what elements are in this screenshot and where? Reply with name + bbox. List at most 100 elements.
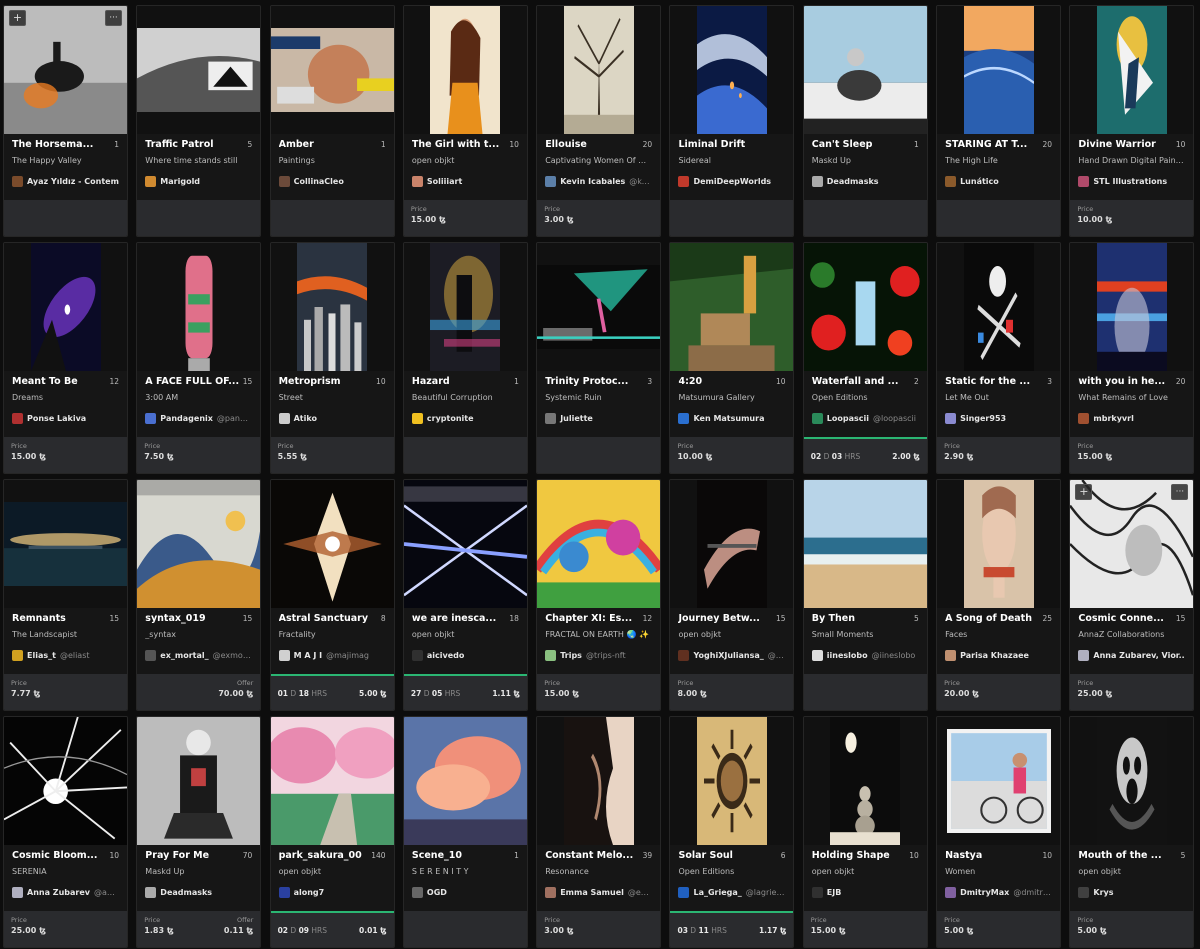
artwork-title[interactable]: By Then xyxy=(812,613,855,624)
collection-name[interactable]: Fractality xyxy=(279,630,386,639)
artist-row[interactable]: Parisa Khazaee xyxy=(945,650,1052,661)
artwork-thumbnail[interactable] xyxy=(1070,243,1194,371)
collection-name[interactable]: open objkt xyxy=(812,867,919,876)
collection-name[interactable]: Resonance xyxy=(545,867,652,876)
artist-name[interactable]: Deadmasks xyxy=(827,177,879,186)
artwork-thumbnail[interactable] xyxy=(803,6,927,134)
artist-row[interactable]: cryptonite xyxy=(411,413,519,424)
collection-name[interactable]: Maskd Up xyxy=(812,156,919,165)
artist-row[interactable]: EJB xyxy=(811,887,919,898)
artwork-card[interactable]: Mouth of the ... 5 open objkt Krys Price 5.00… xyxy=(1069,716,1195,948)
add-to-collection-button[interactable]: + xyxy=(9,10,26,26)
collection-name[interactable]: Small Moments xyxy=(812,630,919,639)
artist-name[interactable]: aicivedo xyxy=(427,651,465,660)
artwork-title[interactable]: Liminal Drift xyxy=(678,139,745,150)
bid-value[interactable]: 2.00 ꜩ xyxy=(892,452,920,461)
artwork-thumbnail[interactable] xyxy=(803,480,927,608)
collection-name[interactable]: FRACTAL ON EARTH 🌏 ✨ xyxy=(545,630,652,639)
collection-name[interactable]: Dreams xyxy=(12,393,119,402)
artwork-thumbnail[interactable] xyxy=(937,480,1061,608)
artist-row[interactable]: M A J I @majimag xyxy=(278,650,386,661)
price-value[interactable]: 3.00 ꜩ xyxy=(544,926,653,935)
artist-name[interactable]: La_Griega_ xyxy=(693,888,741,897)
collection-name[interactable]: Systemic Ruin xyxy=(545,393,652,402)
artwork-card[interactable]: Static for the ... 3 Let Me Out Singer953 Pr… xyxy=(936,242,1062,474)
artwork-title[interactable]: Divine Warrior xyxy=(1078,139,1156,150)
artwork-card[interactable]: Amber 1 Paintings CollinaCleo xyxy=(269,5,395,237)
collection-name[interactable]: open objkt xyxy=(1078,867,1185,876)
artwork-thumbnail[interactable] xyxy=(137,243,261,371)
price-value[interactable]: 25.00 ꜩ xyxy=(1077,689,1186,698)
artwork-thumbnail[interactable] xyxy=(937,6,1061,134)
artist-name[interactable]: DemiDeepWorlds xyxy=(693,177,771,186)
artwork-card[interactable]: 4:20 10 Matsumura Gallery Ken Matsumura Pric… xyxy=(669,242,795,474)
artist-row[interactable]: Anna Zubarev@ann... xyxy=(12,887,119,898)
artwork-card[interactable]: Holding Shape 10 open objkt EJB Price 15.00 ꜩ xyxy=(802,716,928,948)
artist-row[interactable]: Ponse Lakiva xyxy=(12,413,119,424)
artist-name[interactable]: iineslobo xyxy=(827,651,868,660)
artwork-title[interactable]: A FACE FULL OF... xyxy=(145,376,239,387)
artwork-card[interactable]: A FACE FULL OF... 15 3:00 AM Pandagenix @pan… xyxy=(136,242,262,474)
artwork-card[interactable]: Nastya 10 Women DmitryMax @dmitry... Price 5.0… xyxy=(936,716,1062,948)
artwork-thumbnail[interactable] xyxy=(803,243,927,371)
collection-name[interactable]: Open Editions xyxy=(678,867,785,876)
artwork-title[interactable]: Journey Betw... xyxy=(678,613,759,624)
artist-name[interactable]: Marigold xyxy=(160,177,200,186)
artist-row[interactable]: Kevin Icabales @kev... xyxy=(545,176,652,187)
artwork-thumbnail[interactable] xyxy=(403,6,527,134)
artwork-title[interactable]: Waterfall and ... xyxy=(812,376,899,387)
artwork-title[interactable]: syntax_019 xyxy=(145,613,205,624)
artist-name[interactable]: Kevin Icabales xyxy=(560,177,625,186)
artwork-title[interactable]: Remnants xyxy=(12,613,66,624)
artwork-card[interactable]: Pray For Me 70 Maskd Up Deadmasks Price 1.83 … xyxy=(136,716,262,948)
artwork-card[interactable]: Trinity Protoc... 3 Systemic Ruin Juliette xyxy=(536,242,662,474)
artwork-title[interactable]: Astral Sanctuary xyxy=(279,613,368,624)
collection-name[interactable]: Paintings xyxy=(279,156,386,165)
artist-name[interactable]: Soliiiart xyxy=(427,177,462,186)
artwork-card[interactable]: Scene_10 1 S E R E N I T Y OGD xyxy=(402,716,528,948)
artwork-card[interactable]: Divine Warrior 10 Hand Drawn Digital Paint… xyxy=(1069,5,1195,237)
price-value[interactable]: 2.90 ꜩ xyxy=(944,452,1053,461)
artist-row[interactable]: Pandagenix@panda... xyxy=(145,413,252,424)
artwork-title[interactable]: Traffic Patrol xyxy=(145,139,213,150)
artwork-card[interactable]: + ··· The Horsema... 1 The Happy Valley Ayaz … xyxy=(3,5,128,237)
artist-name[interactable]: CollinaCleo xyxy=(294,177,344,186)
artwork-thumbnail[interactable] xyxy=(270,717,394,845)
artist-row[interactable]: Ken Matsumura xyxy=(678,413,785,424)
artwork-thumbnail[interactable] xyxy=(4,243,127,371)
artist-row[interactable]: iineslobo @iineslobo xyxy=(811,650,919,661)
artwork-title[interactable]: 4:20 xyxy=(678,376,702,387)
collection-name[interactable]: Women xyxy=(945,867,1052,876)
artwork-card[interactable]: Liminal Drift Sidereal DemiDeepWorlds xyxy=(669,5,795,237)
artwork-thumbnail[interactable] xyxy=(537,480,661,608)
artist-name[interactable]: Deadmasks xyxy=(160,888,212,897)
artwork-title[interactable]: STARING AT T... xyxy=(945,139,1027,150)
artist-name[interactable]: Ayaz Yıldız - Contem... xyxy=(27,177,119,186)
artist-name[interactable]: Anna Zubarev, Vior... xyxy=(1093,651,1185,660)
artwork-title[interactable]: Solar Soul xyxy=(678,850,732,861)
artist-row[interactable]: Loopascii @loopascii xyxy=(811,413,919,424)
bid-value[interactable]: 1.17 ꜩ xyxy=(759,926,787,935)
artist-name[interactable]: Loopascii xyxy=(827,414,869,423)
artwork-card[interactable]: Can't Sleep 1 Maskd Up Deadmasks xyxy=(802,5,928,237)
artist-row[interactable]: DemiDeepWorlds xyxy=(678,176,785,187)
artist-row[interactable]: Elias_t @eliast xyxy=(12,650,119,661)
collection-name[interactable]: Matsumura Gallery xyxy=(678,393,785,402)
artist-row[interactable]: Marigold xyxy=(145,176,252,187)
artwork-thumbnail[interactable] xyxy=(670,243,794,371)
collection-name[interactable]: Let Me Out xyxy=(945,393,1052,402)
artwork-card[interactable]: Meant To Be 12 Dreams Ponse Lakiva Price 15.0… xyxy=(3,242,128,474)
collection-name[interactable]: Hand Drawn Digital Painti... xyxy=(1078,156,1185,165)
artwork-title[interactable]: A Song of Death xyxy=(945,613,1032,624)
collection-name[interactable]: What Remains of Love xyxy=(1078,393,1185,402)
artist-name[interactable]: Krys xyxy=(1093,888,1113,897)
collection-name[interactable]: Where time stands still xyxy=(145,156,252,165)
artwork-title[interactable]: Amber xyxy=(279,139,314,150)
price-value[interactable]: 5.00 ꜩ xyxy=(1077,926,1186,935)
collection-name[interactable]: open objkt xyxy=(412,156,519,165)
artist-row[interactable]: CollinaCleo xyxy=(278,176,386,187)
collection-name[interactable]: Street xyxy=(279,393,386,402)
artist-name[interactable]: STL Illustrations xyxy=(1093,177,1167,186)
artist-name[interactable]: M A J I xyxy=(294,651,322,660)
collection-name[interactable]: The High Life xyxy=(945,156,1052,165)
